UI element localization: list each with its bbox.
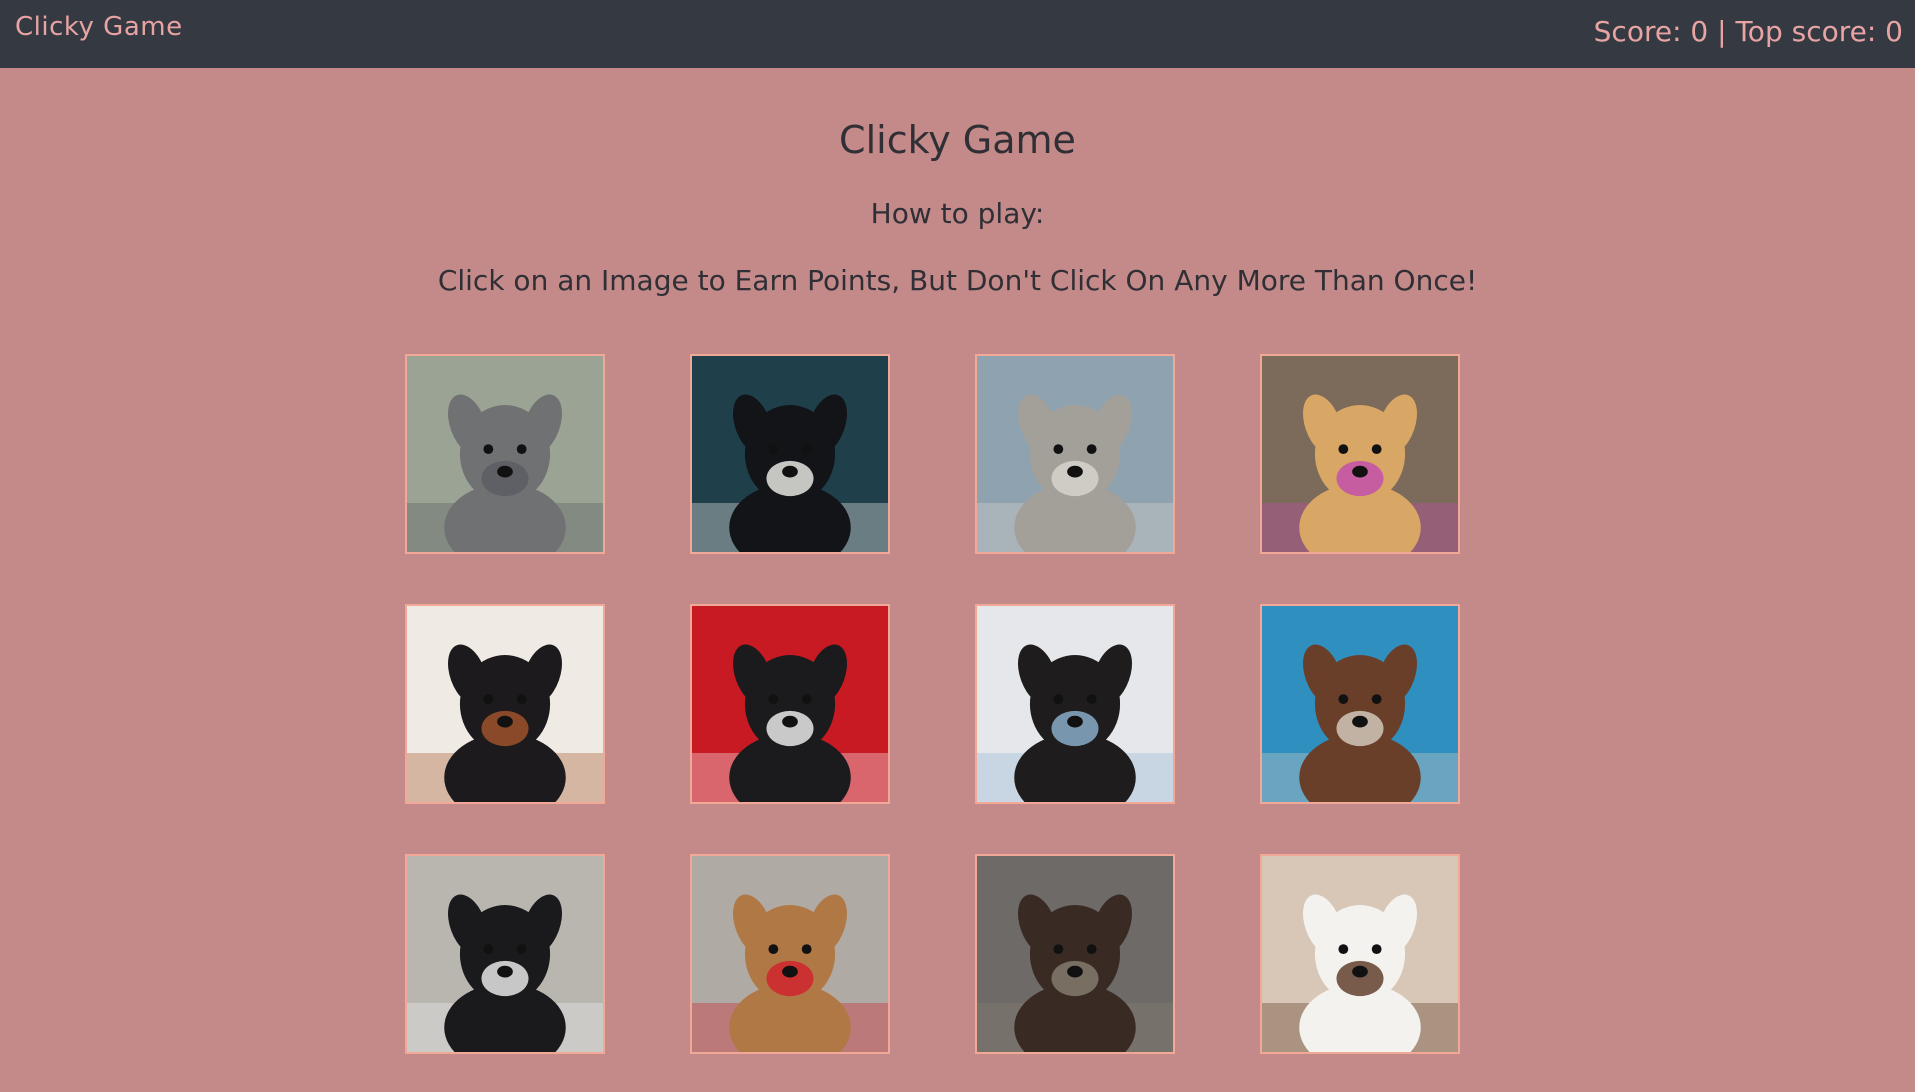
how-to-play-heading: How to play: xyxy=(870,197,1045,230)
dog-card-8[interactable] xyxy=(1260,604,1460,804)
dog-card-7[interactable] xyxy=(975,604,1175,804)
pointer-on-bed-photo xyxy=(1262,856,1458,1052)
dog-card-2[interactable] xyxy=(690,354,890,554)
border-collie-photo xyxy=(692,356,888,552)
pug-in-denim-jacket-photo xyxy=(977,606,1173,802)
brand-link[interactable]: Clicky Game xyxy=(15,12,183,42)
navbar: Clicky Game Score: 0 | Top score: 0 xyxy=(0,0,1915,68)
dog-card-11[interactable] xyxy=(975,854,1175,1054)
dog-card-9[interactable] xyxy=(405,854,605,1054)
doberman-by-pool-photo xyxy=(1262,606,1458,802)
score-display: Score: 0 | Top score: 0 xyxy=(1593,15,1903,48)
dog-card-5[interactable] xyxy=(405,604,605,804)
image-grid xyxy=(405,354,1462,1054)
dog-card-1[interactable] xyxy=(405,354,605,554)
pug-on-red-background-photo xyxy=(692,606,888,802)
golden-retriever-flower-photo xyxy=(1262,356,1458,552)
dog-card-3[interactable] xyxy=(975,354,1175,554)
instructions-text: Click on an Image to Earn Points, But Do… xyxy=(437,264,1478,297)
brown-poodle-photo xyxy=(977,856,1173,1052)
husky-portrait-photo xyxy=(407,856,603,1052)
husky-on-mountain-photo xyxy=(977,356,1173,552)
dog-card-12[interactable] xyxy=(1260,854,1460,1054)
dog-card-4[interactable] xyxy=(1260,354,1460,554)
dog-card-6[interactable] xyxy=(690,604,890,804)
dog-card-10[interactable] xyxy=(690,854,890,1054)
german-shepherd-red-scarf-photo xyxy=(692,856,888,1052)
pug-with-wooden-cabinet-photo xyxy=(407,606,603,802)
page-title: Clicky Game xyxy=(839,118,1076,162)
grey-great-dane-photo xyxy=(407,356,603,552)
